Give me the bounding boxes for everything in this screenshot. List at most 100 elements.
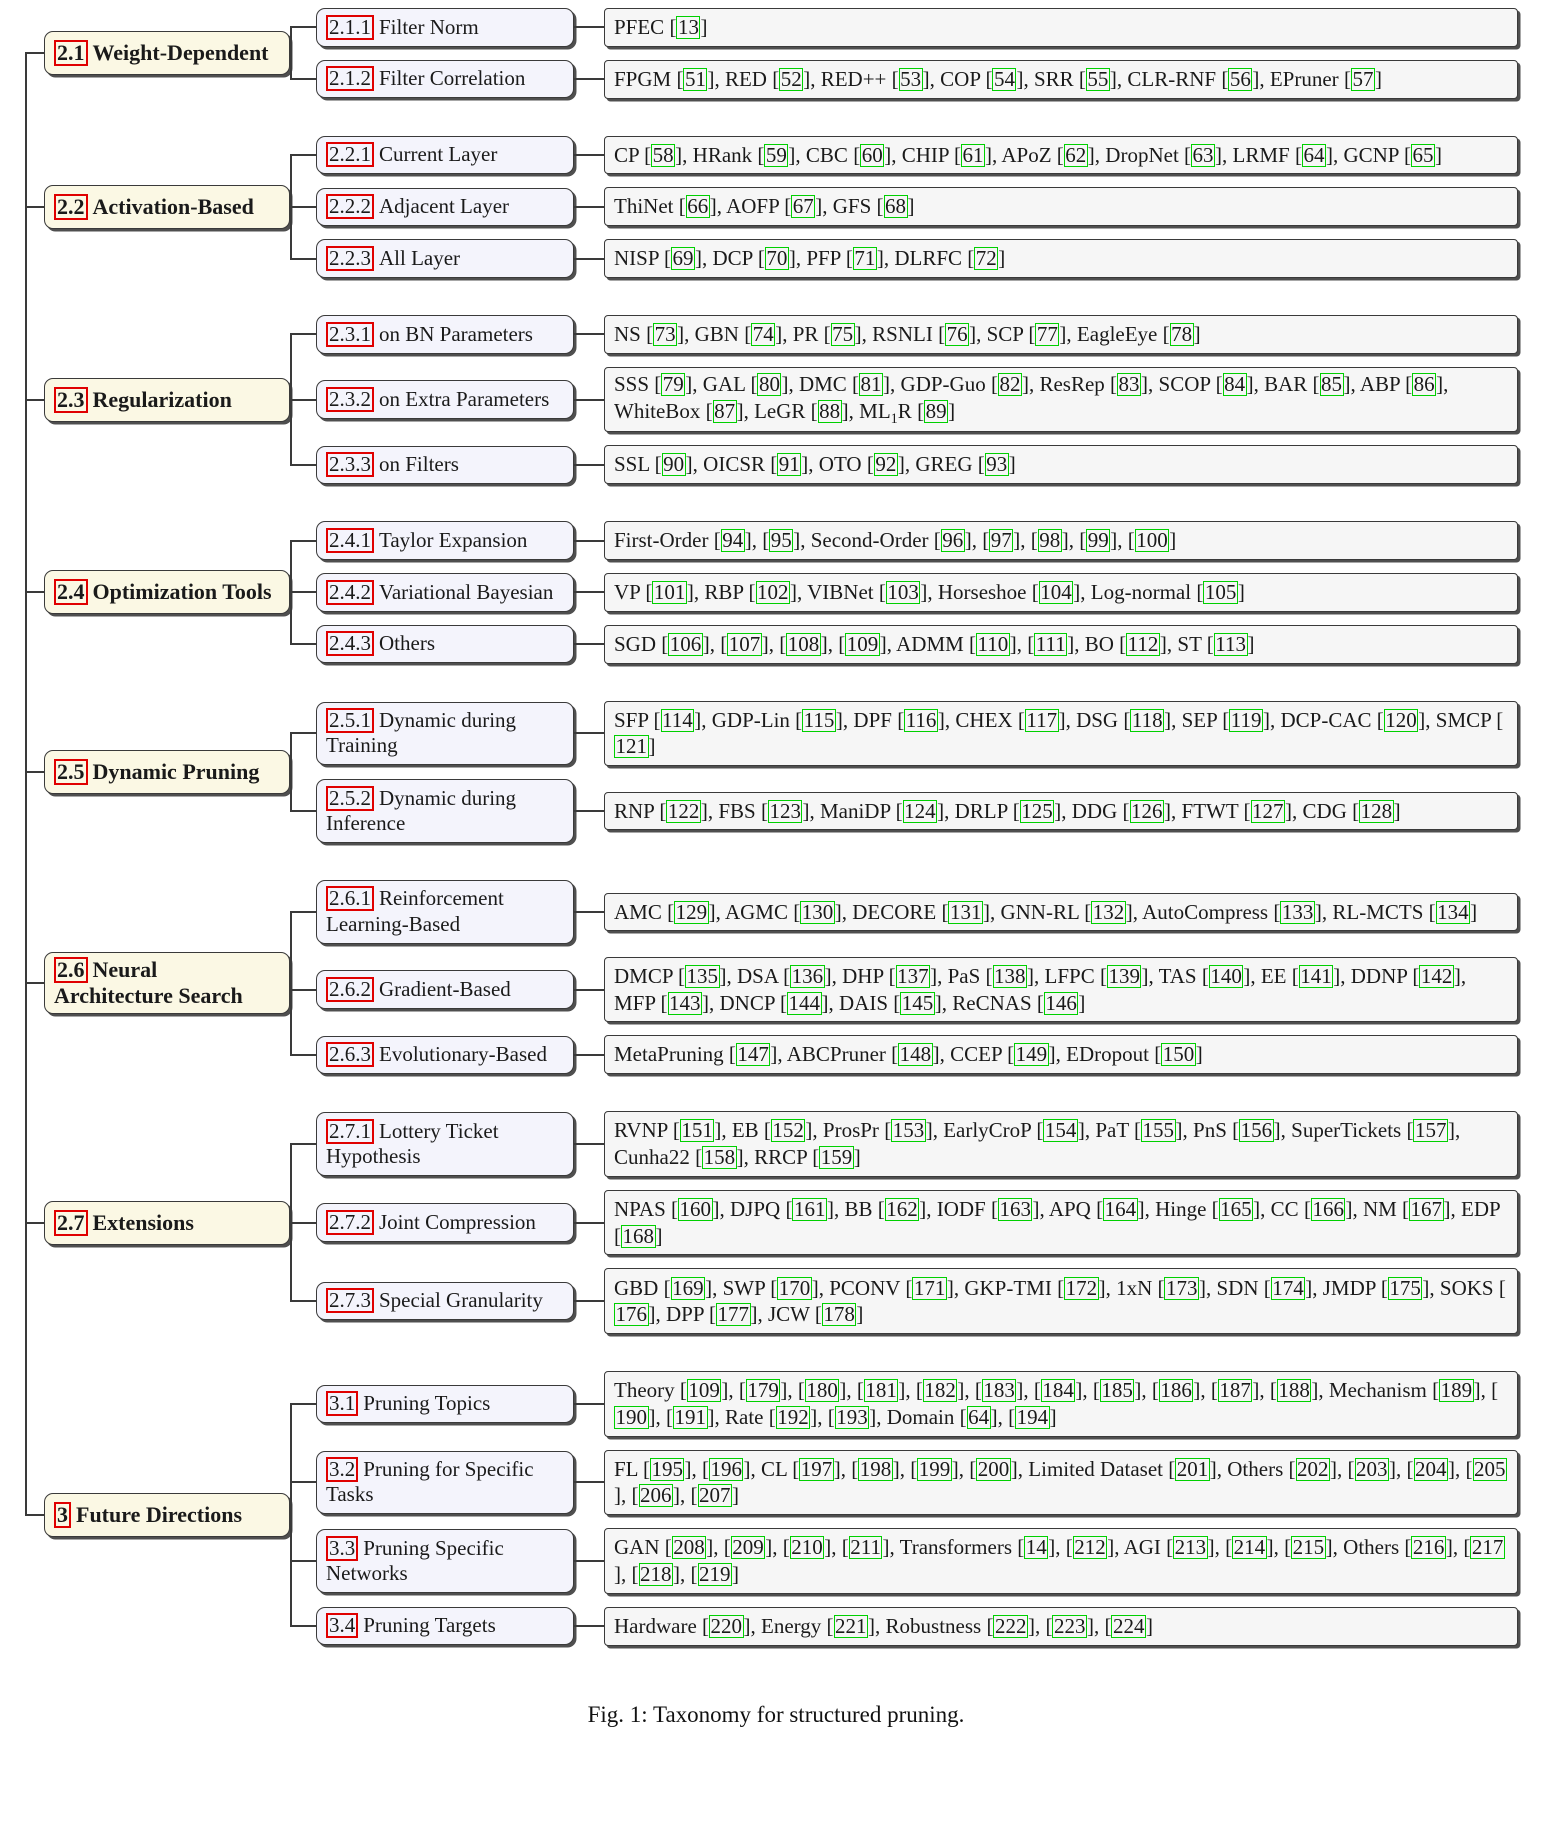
citation-link[interactable]: 150 bbox=[1161, 1043, 1196, 1067]
citation-link[interactable]: 13 bbox=[676, 16, 701, 40]
citation-link[interactable]: 113 bbox=[1213, 632, 1248, 656]
citation-link[interactable]: 61 bbox=[961, 143, 986, 167]
citation-link[interactable]: 95 bbox=[769, 529, 794, 553]
citation-link[interactable]: 193 bbox=[834, 1405, 870, 1429]
citation-link[interactable]: 83 bbox=[1117, 373, 1142, 397]
citation-link[interactable]: 92 bbox=[873, 453, 898, 477]
citation-link[interactable]: 112 bbox=[1126, 632, 1160, 656]
citation-link[interactable]: 173 bbox=[1164, 1276, 1199, 1300]
citation-link[interactable]: 156 bbox=[1239, 1119, 1274, 1143]
citation-link[interactable]: 79 bbox=[661, 373, 686, 397]
citation-link[interactable]: 64 bbox=[966, 1405, 991, 1429]
citation-link[interactable]: 176 bbox=[614, 1303, 649, 1327]
citation-link[interactable]: 107 bbox=[727, 632, 762, 656]
citation-link[interactable]: 170 bbox=[777, 1276, 812, 1300]
section-link-3.1[interactable]: 3.1 bbox=[326, 1391, 359, 1417]
citation-link[interactable]: 121 bbox=[614, 735, 649, 759]
citation-link[interactable]: 109 bbox=[845, 632, 880, 656]
subnode-2-1-1[interactable]: 2.1.1 Filter Norm bbox=[316, 8, 574, 47]
citation-link[interactable]: 117 bbox=[1024, 708, 1059, 732]
section-link-2.1[interactable]: 2.1 bbox=[54, 40, 88, 67]
section-link-2.7[interactable]: 2.7 bbox=[54, 1209, 88, 1236]
citation-link[interactable]: 74 bbox=[751, 323, 776, 347]
branch-node-2-3[interactable]: 2.3 Regularization bbox=[44, 377, 290, 422]
section-link-2.6.1[interactable]: 2.6.1 bbox=[326, 886, 374, 912]
citation-link[interactable]: 215 bbox=[1291, 1536, 1326, 1560]
branch-node-3[interactable]: 3 Future Directions bbox=[44, 1493, 290, 1537]
branch-node-2-2[interactable]: 2.2 Activation-Based bbox=[44, 184, 290, 229]
citation-link[interactable]: 149 bbox=[1014, 1043, 1049, 1067]
citation-link[interactable]: 161 bbox=[792, 1197, 827, 1221]
citation-link[interactable]: 162 bbox=[884, 1197, 920, 1221]
section-link-2.4[interactable]: 2.4 bbox=[54, 579, 88, 606]
citation-link[interactable]: 167 bbox=[1409, 1197, 1444, 1221]
citation-link[interactable]: 220 bbox=[709, 1614, 744, 1638]
citation-link[interactable]: 181 bbox=[863, 1379, 899, 1403]
citation-link[interactable]: 93 bbox=[984, 453, 1009, 477]
section-link-2.2[interactable]: 2.2 bbox=[54, 193, 88, 220]
section-link-2.4.3[interactable]: 2.4.3 bbox=[326, 631, 374, 657]
citation-link[interactable]: 136 bbox=[790, 964, 825, 988]
citation-link[interactable]: 216 bbox=[1411, 1536, 1446, 1560]
citation-link[interactable]: 168 bbox=[621, 1224, 656, 1248]
citation-link[interactable]: 203 bbox=[1354, 1457, 1390, 1481]
branch-node-2-5[interactable]: 2.5 Dynamic Pruning bbox=[44, 750, 290, 795]
citation-link[interactable]: 204 bbox=[1413, 1457, 1449, 1481]
citation-link[interactable]: 98 bbox=[1037, 529, 1062, 553]
citation-link[interactable]: 75 bbox=[830, 323, 855, 347]
citation-link[interactable]: 186 bbox=[1158, 1379, 1194, 1403]
citation-link[interactable]: 69 bbox=[671, 247, 695, 271]
subnode-3-1[interactable]: 3.1 Pruning Topics bbox=[316, 1384, 574, 1423]
citation-link[interactable]: 132 bbox=[1091, 900, 1126, 924]
citation-link[interactable]: 211 bbox=[848, 1536, 883, 1560]
citation-link[interactable]: 123 bbox=[767, 799, 803, 823]
citation-link[interactable]: 127 bbox=[1250, 799, 1286, 823]
subnode-2-4-2[interactable]: 2.4.2 Variational Bayesian bbox=[316, 573, 574, 612]
citation-link[interactable]: 184 bbox=[1040, 1379, 1076, 1403]
citation-link[interactable]: 221 bbox=[833, 1614, 869, 1638]
citation-link[interactable]: 218 bbox=[638, 1562, 673, 1586]
citation-link[interactable]: 89 bbox=[924, 399, 949, 423]
citation-link[interactable]: 152 bbox=[770, 1119, 806, 1143]
citation-link[interactable]: 125 bbox=[1019, 799, 1055, 823]
section-link-2.2.2[interactable]: 2.2.2 bbox=[326, 194, 374, 220]
citation-link[interactable]: 87 bbox=[712, 399, 737, 423]
citation-link[interactable]: 110 bbox=[976, 632, 1010, 656]
citation-link[interactable]: 100 bbox=[1134, 529, 1170, 553]
citation-link[interactable]: 202 bbox=[1295, 1457, 1331, 1481]
citation-link[interactable]: 88 bbox=[817, 399, 842, 423]
section-link-2.6[interactable]: 2.6 bbox=[54, 957, 88, 984]
subnode-2-6-1[interactable]: 2.6.1 Reinforcement Learning-Based bbox=[316, 880, 574, 944]
section-link-2.5[interactable]: 2.5 bbox=[54, 759, 88, 786]
citation-link[interactable]: 86 bbox=[1412, 373, 1437, 397]
citation-link[interactable]: 210 bbox=[789, 1536, 825, 1560]
citation-link[interactable]: 108 bbox=[786, 632, 821, 656]
citation-link[interactable]: 116 bbox=[904, 708, 938, 732]
citation-link[interactable]: 85 bbox=[1319, 373, 1344, 397]
citation-link[interactable]: 163 bbox=[997, 1197, 1033, 1221]
citation-link[interactable]: 105 bbox=[1203, 581, 1238, 605]
citation-link[interactable]: 185 bbox=[1099, 1379, 1135, 1403]
citation-link[interactable]: 122 bbox=[666, 799, 701, 823]
section-link-2.3.1[interactable]: 2.3.1 bbox=[326, 321, 374, 347]
citation-link[interactable]: 143 bbox=[667, 991, 703, 1015]
subnode-2-2-1[interactable]: 2.2.1 Current Layer bbox=[316, 135, 574, 175]
branch-node-2-1[interactable]: 2.1 Weight-Dependent bbox=[44, 31, 290, 76]
citation-link[interactable]: 190 bbox=[614, 1405, 649, 1429]
citation-link[interactable]: 129 bbox=[674, 900, 709, 924]
citation-link[interactable]: 111 bbox=[1034, 632, 1068, 656]
citation-link[interactable]: 165 bbox=[1218, 1197, 1254, 1221]
citation-link[interactable]: 148 bbox=[898, 1043, 933, 1067]
citation-link[interactable]: 109 bbox=[686, 1379, 722, 1403]
subnode-2-3-3[interactable]: 2.3.3 on Filters bbox=[316, 445, 574, 484]
section-link-2.7.3[interactable]: 2.7.3 bbox=[326, 1288, 374, 1314]
citation-link[interactable]: 199 bbox=[917, 1457, 952, 1481]
citation-link[interactable]: 169 bbox=[670, 1276, 706, 1300]
citation-link[interactable]: 200 bbox=[976, 1457, 1011, 1481]
citation-link[interactable]: 180 bbox=[804, 1379, 840, 1403]
citation-link[interactable]: 182 bbox=[922, 1379, 958, 1403]
citation-link[interactable]: 77 bbox=[1035, 323, 1060, 347]
citation-link[interactable]: 135 bbox=[685, 964, 720, 988]
citation-link[interactable]: 207 bbox=[697, 1484, 732, 1508]
subnode-2-3-2[interactable]: 2.3.2 on Extra Parameters bbox=[316, 380, 574, 419]
